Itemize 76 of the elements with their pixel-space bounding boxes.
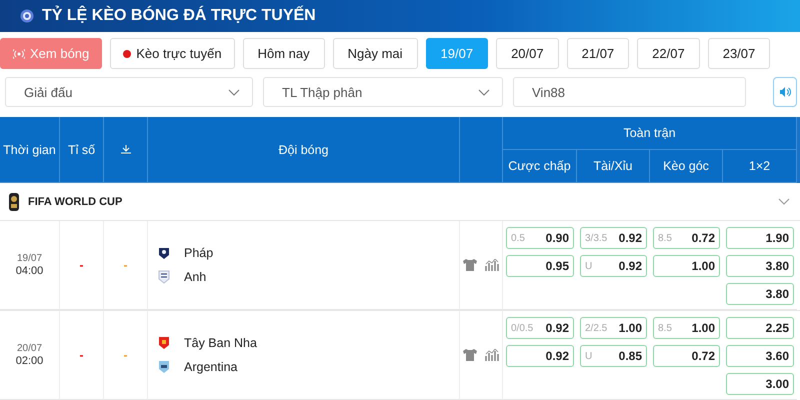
broadcast-icon — [13, 48, 25, 58]
odds-button[interactable]: 1.00 — [653, 255, 720, 277]
speaker-icon — [779, 86, 791, 98]
page-title: TỶ LỆ KÈO BÓNG ĐÁ TRỰC TUYẾN — [42, 7, 316, 25]
column-header: Tỉ số — [68, 142, 96, 156]
odds-button[interactable]: 3/3.5 0.92 — [580, 227, 647, 249]
odds-line: U — [585, 260, 592, 272]
half-time-score: - — [124, 348, 128, 362]
chevron-down-icon — [778, 198, 790, 205]
odds-button[interactable]: U 0.92 — [580, 255, 647, 277]
odds-button[interactable]: 0/0.5 0.92 — [506, 317, 574, 339]
odds-button[interactable]: 0.92 — [506, 345, 574, 367]
date-tab[interactable]: Ngày mai — [332, 38, 418, 69]
odds-button[interactable]: 0.72 — [653, 345, 720, 367]
match-time: 04:00 — [16, 265, 44, 277]
odds-button[interactable]: 3.60 — [726, 345, 794, 367]
odds-button[interactable]: 8.5 0.72 — [653, 227, 720, 249]
half-time-score: - — [124, 258, 128, 272]
date-tab[interactable]: Hôm nay — [242, 38, 325, 69]
shirt-icon — [463, 259, 477, 271]
live-dot-icon — [123, 50, 132, 58]
column-group-header: Toàn trận — [623, 126, 676, 140]
odds-line: 0/0.5 — [511, 322, 534, 334]
odds-line: U — [585, 350, 592, 362]
chevron-down-icon — [478, 88, 490, 96]
stats-icon — [485, 259, 499, 271]
scrollbar[interactable] — [797, 117, 800, 183]
odds-button[interactable]: 2/2.5 1.00 — [580, 317, 647, 339]
odds-button[interactable]: U 0.85 — [580, 345, 647, 367]
live-odds-button[interactable]: Kèo trực tuyến — [110, 38, 235, 69]
trophy-icon — [8, 192, 20, 210]
column-header: Tài/Xỉu — [594, 159, 632, 173]
league-name: FIFA WORLD CUP — [28, 196, 122, 208]
score: - — [80, 258, 84, 272]
column-header: Đội bóng — [278, 142, 329, 156]
column-header: Cược chấp — [508, 159, 571, 173]
date-tab[interactable]: 22/07 — [637, 38, 700, 69]
date-tab[interactable]: 23/07 — [708, 38, 770, 69]
odds-button[interactable]: 3.00 — [726, 373, 794, 395]
odds-line: 8.5 — [658, 232, 672, 244]
chevron-down-icon — [228, 88, 240, 96]
sound-button[interactable] — [773, 77, 797, 107]
team-crest-icon — [158, 336, 170, 350]
match-date: 20/07 — [16, 343, 42, 354]
shirt-icon — [463, 349, 477, 361]
odds-button[interactable]: 0.95 — [506, 255, 574, 277]
team-crest-icon — [158, 246, 170, 260]
stats-icon — [485, 349, 499, 361]
globe-icon — [20, 9, 34, 23]
odds-button[interactable]: 8.5 1.00 — [653, 317, 720, 339]
column-header: Thời gian — [3, 142, 56, 156]
column-header: Kèo góc — [663, 159, 709, 173]
odds-button[interactable]: 0.5 0.90 — [506, 227, 574, 249]
dropdown-select[interactable]: TL Thập phân — [263, 77, 503, 107]
odds-button[interactable]: 3.80 — [726, 283, 794, 305]
odds-line: 2/2.5 — [585, 322, 608, 334]
team-name: Tây Ban Nha — [184, 336, 257, 350]
odds-button[interactable]: 3.80 — [726, 255, 794, 277]
odds-line: 8.5 — [658, 322, 672, 334]
odds-line: 0.5 — [511, 232, 525, 244]
date-tab[interactable]: 21/07 — [566, 38, 630, 69]
bookmaker-field[interactable]: Vin88 — [513, 77, 746, 107]
match-time: 02:00 — [16, 355, 44, 367]
team-crest-icon — [158, 360, 170, 374]
score: - — [80, 348, 84, 362]
team-name: Pháp — [184, 246, 214, 260]
date-tab[interactable]: 20/07 — [496, 38, 559, 69]
team-name: Argentina — [184, 360, 238, 374]
odds-line: 3/3.5 — [585, 232, 608, 244]
odds-button[interactable]: 1.90 — [726, 227, 794, 249]
column-header: 1×2 — [748, 159, 770, 173]
match-date: 19/07 — [16, 253, 42, 264]
team-crest-icon — [158, 270, 170, 284]
team-name: Anh — [184, 270, 206, 284]
odds-button[interactable]: 2.25 — [726, 317, 794, 339]
dropdown-select[interactable]: Giải đấu — [5, 77, 253, 107]
